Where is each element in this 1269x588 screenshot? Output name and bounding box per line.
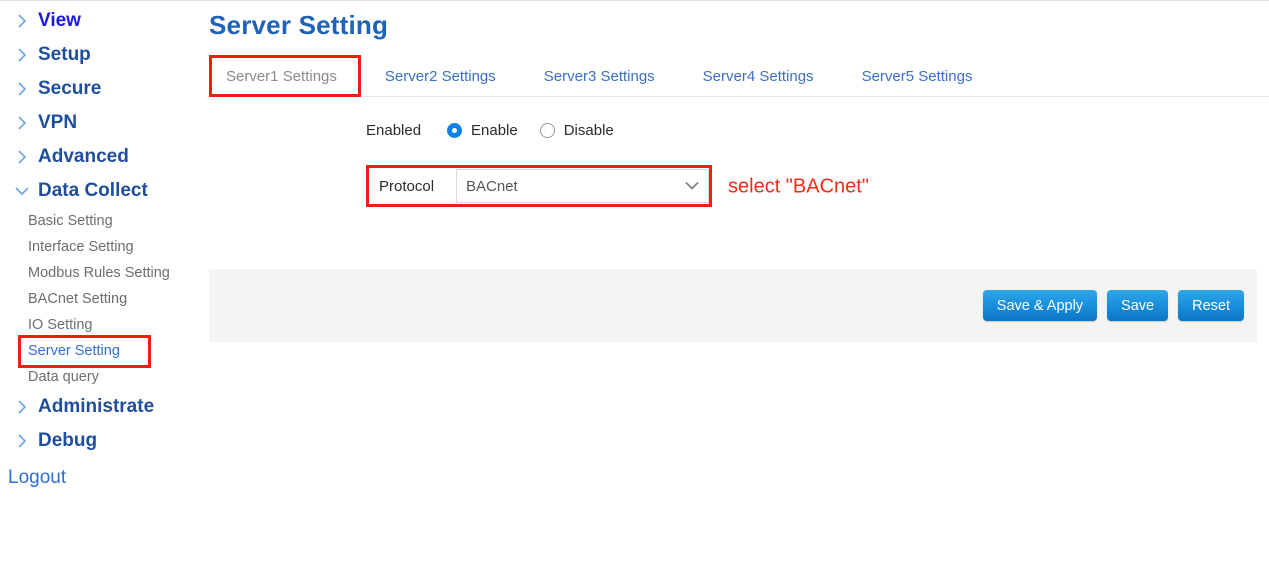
radio-disable-icon[interactable] bbox=[539, 122, 555, 138]
sidebar-item-basic-setting[interactable]: Basic Setting bbox=[0, 208, 200, 234]
sidebar-group-vpn[interactable]: VPN bbox=[0, 106, 200, 140]
server-settings-form: Enabled Enable Disable Protocol BACnet s… bbox=[209, 97, 1269, 342]
chevron-right-icon[interactable] bbox=[13, 433, 31, 449]
sidebar-group-label: Setup bbox=[38, 44, 91, 65]
sidebar-item-label: Interface Setting bbox=[28, 239, 134, 255]
sidebar-item-label: Data query bbox=[28, 369, 99, 385]
protocol-select-value: BACnet bbox=[466, 177, 518, 195]
protocol-label: Protocol bbox=[379, 177, 435, 195]
sidebar-group-advanced[interactable]: Advanced bbox=[0, 140, 200, 174]
sidebar-item-bacnet-setting[interactable]: BACnet Setting bbox=[0, 286, 200, 312]
sidebar-group-label: View bbox=[38, 10, 81, 31]
protocol-annotation-text: select "BACnet" bbox=[728, 175, 869, 198]
protocol-row-inner: Protocol BACnet bbox=[369, 168, 709, 204]
enabled-row: Enabled Enable Disable bbox=[366, 115, 1269, 145]
radio-option-disable[interactable]: Disable bbox=[539, 121, 614, 139]
sidebar-item-label: IO Setting bbox=[28, 317, 93, 333]
sidebar-item-label: Modbus Rules Setting bbox=[28, 265, 170, 281]
tab-server1-settings[interactable]: Server1 Settings bbox=[214, 57, 349, 96]
sidebar-item-interface-setting[interactable]: Interface Setting bbox=[0, 234, 200, 260]
chevron-right-icon[interactable] bbox=[13, 81, 31, 97]
tab-label: Server5 Settings bbox=[861, 68, 973, 85]
sidebar-group-label: Secure bbox=[38, 78, 102, 99]
sidebar-item-modbus-rules-setting[interactable]: Modbus Rules Setting bbox=[0, 260, 200, 286]
sidebar-group-debug[interactable]: Debug bbox=[0, 424, 200, 458]
form-actions-panel: Save & Apply Save Reset bbox=[209, 269, 1257, 342]
radio-disable-label: Disable bbox=[563, 121, 614, 139]
radio-enable-icon[interactable] bbox=[447, 122, 462, 138]
radio-enable-label: Enable bbox=[471, 121, 518, 139]
sidebar-group-label: Debug bbox=[38, 430, 98, 451]
sidebar-group-view[interactable]: View bbox=[0, 4, 200, 38]
tab-label: Server2 Settings bbox=[384, 68, 496, 85]
sidebar-item-data-query[interactable]: Data query bbox=[0, 364, 200, 390]
sidebar-group-setup[interactable]: Setup bbox=[0, 38, 200, 72]
save-and-apply-button[interactable]: Save & Apply bbox=[982, 290, 1098, 321]
sidebar-item-server-setting[interactable]: Server Setting bbox=[0, 335, 200, 368]
sidebar-group-secure[interactable]: Secure bbox=[0, 72, 200, 106]
sidebar-navigation: View Setup Secure VPN Advanced Data Collect Ba… bbox=[0, 0, 200, 489]
sidebar-group-label: Advanced bbox=[38, 146, 129, 167]
reset-button[interactable]: Reset bbox=[1178, 290, 1244, 321]
page-root: View Setup Secure VPN Advanced Data Collect Ba… bbox=[0, 0, 1269, 588]
tab-server5-settings[interactable]: Server5 Settings bbox=[850, 57, 985, 96]
chevron-down-icon[interactable] bbox=[13, 186, 31, 197]
sidebar-group-data-collect[interactable]: Data Collect bbox=[0, 174, 200, 208]
tab-label: Server4 Settings bbox=[702, 68, 814, 85]
save-button[interactable]: Save bbox=[1107, 290, 1169, 321]
sidebar-item-io-setting[interactable]: IO Setting bbox=[0, 312, 200, 338]
protocol-row: Protocol BACnet select "BACnet" bbox=[366, 165, 926, 209]
page-title: Server Setting bbox=[209, 10, 389, 40]
sidebar-group-administrate[interactable]: Administrate bbox=[0, 390, 200, 424]
chevron-right-icon[interactable] bbox=[13, 47, 31, 63]
sidebar-group-label: VPN bbox=[38, 112, 78, 133]
chevron-right-icon[interactable] bbox=[13, 399, 31, 415]
protocol-select[interactable]: BACnet bbox=[456, 169, 709, 203]
sidebar-group-label: Administrate bbox=[38, 396, 155, 417]
tab-server3-settings[interactable]: Server3 Settings bbox=[532, 57, 667, 96]
chevron-right-icon[interactable] bbox=[13, 149, 31, 165]
sidebar-group-label: Data Collect bbox=[38, 180, 148, 201]
logout-link[interactable]: Logout bbox=[0, 467, 66, 489]
enabled-label: Enabled bbox=[366, 121, 422, 139]
tab-server2-settings[interactable]: Server2 Settings bbox=[373, 57, 508, 96]
chevron-right-icon[interactable] bbox=[13, 115, 31, 131]
radio-option-enable[interactable]: Enable bbox=[447, 122, 518, 139]
tab-strip: Server1 Settings Server2 Settings Server3 … bbox=[209, 55, 1269, 97]
tab-label: Server1 Settings bbox=[226, 68, 337, 85]
tab-server4-settings[interactable]: Server4 Settings bbox=[691, 57, 826, 96]
chevron-down-icon bbox=[685, 181, 699, 191]
main-content: Server Setting Server1 Settings Server2 S… bbox=[209, 0, 1269, 342]
sidebar-item-label: BACnet Setting bbox=[28, 291, 128, 307]
sidebar-item-label: Server Setting bbox=[28, 343, 120, 359]
chevron-right-icon[interactable] bbox=[13, 13, 31, 29]
tab-label: Server3 Settings bbox=[543, 68, 655, 85]
sidebar-item-label: Basic Setting bbox=[28, 213, 113, 229]
